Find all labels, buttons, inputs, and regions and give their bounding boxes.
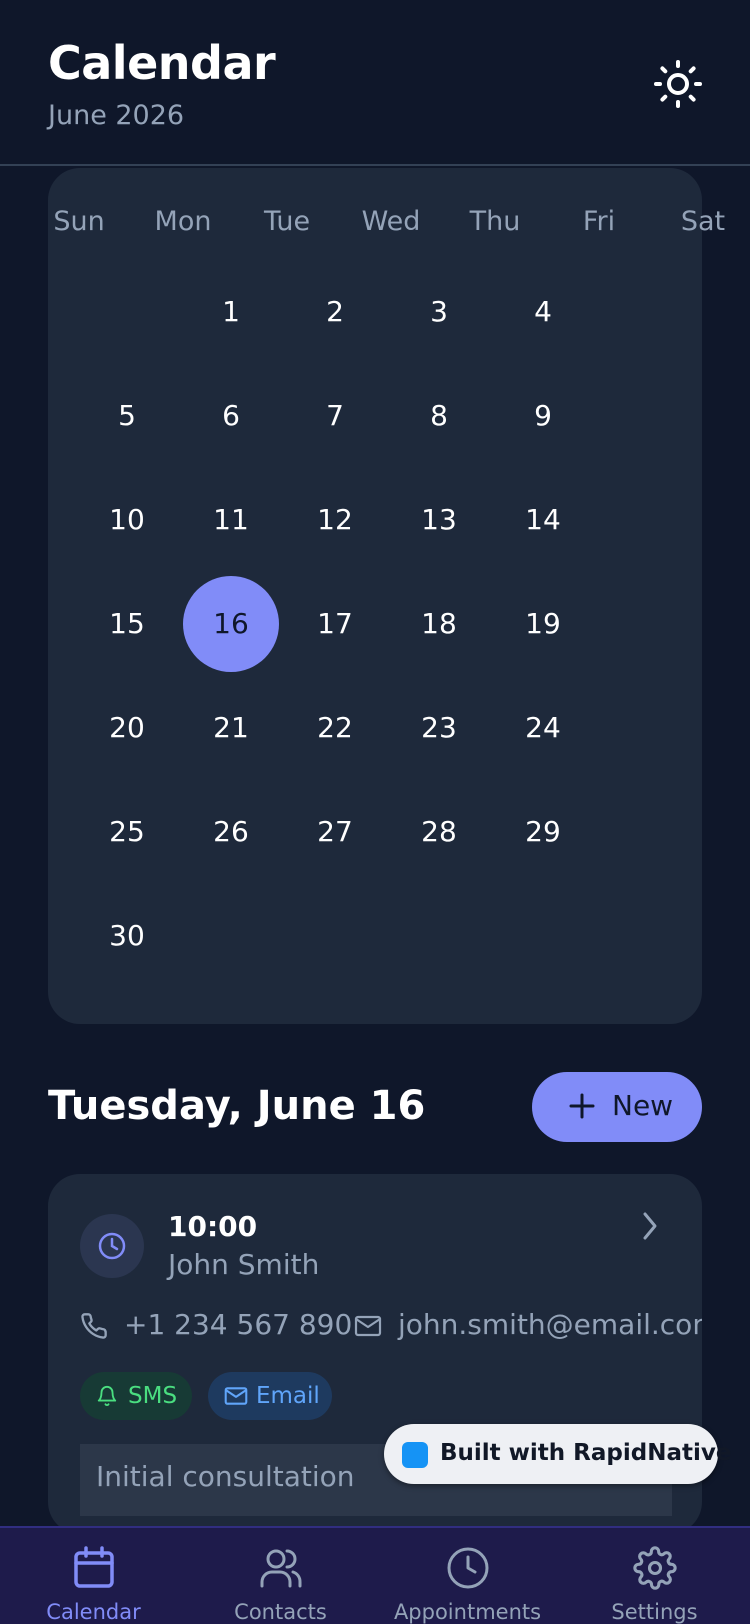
calendar-day[interactable]: 30 [79,888,175,984]
calendar-day[interactable]: 6 [183,368,279,464]
weekday-label: Mon [154,206,212,237]
calendar-day[interactable]: 15 [79,576,175,672]
calendar-day[interactable]: 5 [79,368,175,464]
phone-icon [81,1313,107,1339]
app-header: Calendar June 2026 [0,0,750,166]
calendar-day[interactable]: 29 [495,784,591,880]
calendar-day[interactable]: 9 [495,368,591,464]
calendar-day[interactable]: 10 [79,472,175,568]
mail-icon [354,1315,382,1337]
appointment-phone[interactable]: +1 234 567 890 [124,1308,352,1341]
calendar-day[interactable]: 4 [495,264,591,360]
tab-calendar[interactable]: Calendar [0,1528,187,1624]
bottom-tab-bar: Calendar Contacts Appointments Settings [0,1526,750,1624]
email-badge-label: Email [256,1383,320,1409]
calendar-day-selected[interactable]: 16 [183,576,279,672]
calendar-day[interactable]: 8 [391,368,487,464]
tab-calendar-label: Calendar [46,1600,141,1624]
calendar-day[interactable]: 7 [287,368,383,464]
calendar-day[interactable]: 12 [287,472,383,568]
tab-contacts[interactable]: Contacts [187,1528,374,1624]
sun-icon [654,60,702,108]
appointment-contact-name: John Smith [168,1248,320,1281]
rapidnative-watermark-text: Built with RapidNative [440,1440,732,1466]
calendar-day[interactable]: 14 [495,472,591,568]
sms-badge-label: SMS [128,1383,178,1409]
tab-settings-label: Settings [611,1600,698,1624]
new-button-label: New [612,1089,674,1122]
clock-icon [447,1547,489,1589]
calendar-day[interactable]: 11 [183,472,279,568]
mail-icon [224,1387,248,1405]
weekday-label: Thu [469,206,521,237]
rapidnative-watermark[interactable]: Built with RapidNative [384,1424,731,1484]
calendar-day[interactable]: 20 [79,680,175,776]
tab-settings[interactable]: Settings [561,1528,748,1624]
appointment-clock-avatar [80,1214,144,1278]
calendar-day[interactable]: 17 [287,576,383,672]
appointment-notes-text: Initial consultation [96,1460,355,1493]
calendar-day[interactable]: 2 [287,264,383,360]
calendar-icon [74,1546,114,1588]
calendar-day[interactable]: 26 [183,784,279,880]
tab-appointments-label: Appointments [393,1600,542,1624]
theme-toggle-button[interactable] [654,60,702,108]
calendar-day[interactable]: 13 [391,472,487,568]
clock-icon [98,1232,126,1260]
calendar-day[interactable]: 22 [287,680,383,776]
calendar-day[interactable]: 18 [391,576,487,672]
weekday-label: Wed [361,206,421,237]
new-appointment-button[interactable]: New [532,1072,702,1142]
calendar-day[interactable]: 21 [183,680,279,776]
users-icon [260,1549,302,1588]
calendar-day[interactable]: 24 [495,680,591,776]
calendar-day[interactable]: 1 [183,264,279,360]
month-calendar: Sun Mon Tue Wed Thu Fri Sat 1 2 3 4 5 6 7 8 9 10 11 12 13 1… [48,168,725,1024]
bell-icon [97,1386,117,1407]
calendar-day[interactable]: 25 [79,784,175,880]
chevron-right-icon[interactable] [638,1210,662,1242]
appointment-time: 10:00 [168,1210,258,1243]
rapidnative-logo-icon [402,1442,428,1468]
calendar-day[interactable]: 23 [391,680,487,776]
weekday-header-row: Sun Mon Tue Wed Thu Fri Sat [48,206,725,246]
page-title: Calendar [48,36,276,90]
tab-appointments[interactable]: Appointments [374,1528,561,1624]
gear-icon [633,1546,677,1590]
selected-date-heading: Tuesday, June 16 [48,1083,426,1129]
calendar-day[interactable]: 28 [391,784,487,880]
email-reminder-badge: Email [208,1372,332,1420]
month-subtitle: June 2026 [48,100,185,131]
calendar-day[interactable]: 3 [391,264,487,360]
weekday-label: Sun [53,206,105,237]
weekday-label: Tue [263,206,311,237]
calendar-day[interactable]: 27 [287,784,383,880]
weekday-label: Fri [582,206,616,237]
appointment-email[interactable]: john.smith@email.com [398,1308,702,1341]
sms-reminder-badge: SMS [80,1372,192,1420]
weekday-label: Sat [680,206,726,237]
plus-icon [569,1093,595,1119]
calendar-day[interactable]: 19 [495,576,591,672]
tab-contacts-label: Contacts [234,1600,327,1624]
